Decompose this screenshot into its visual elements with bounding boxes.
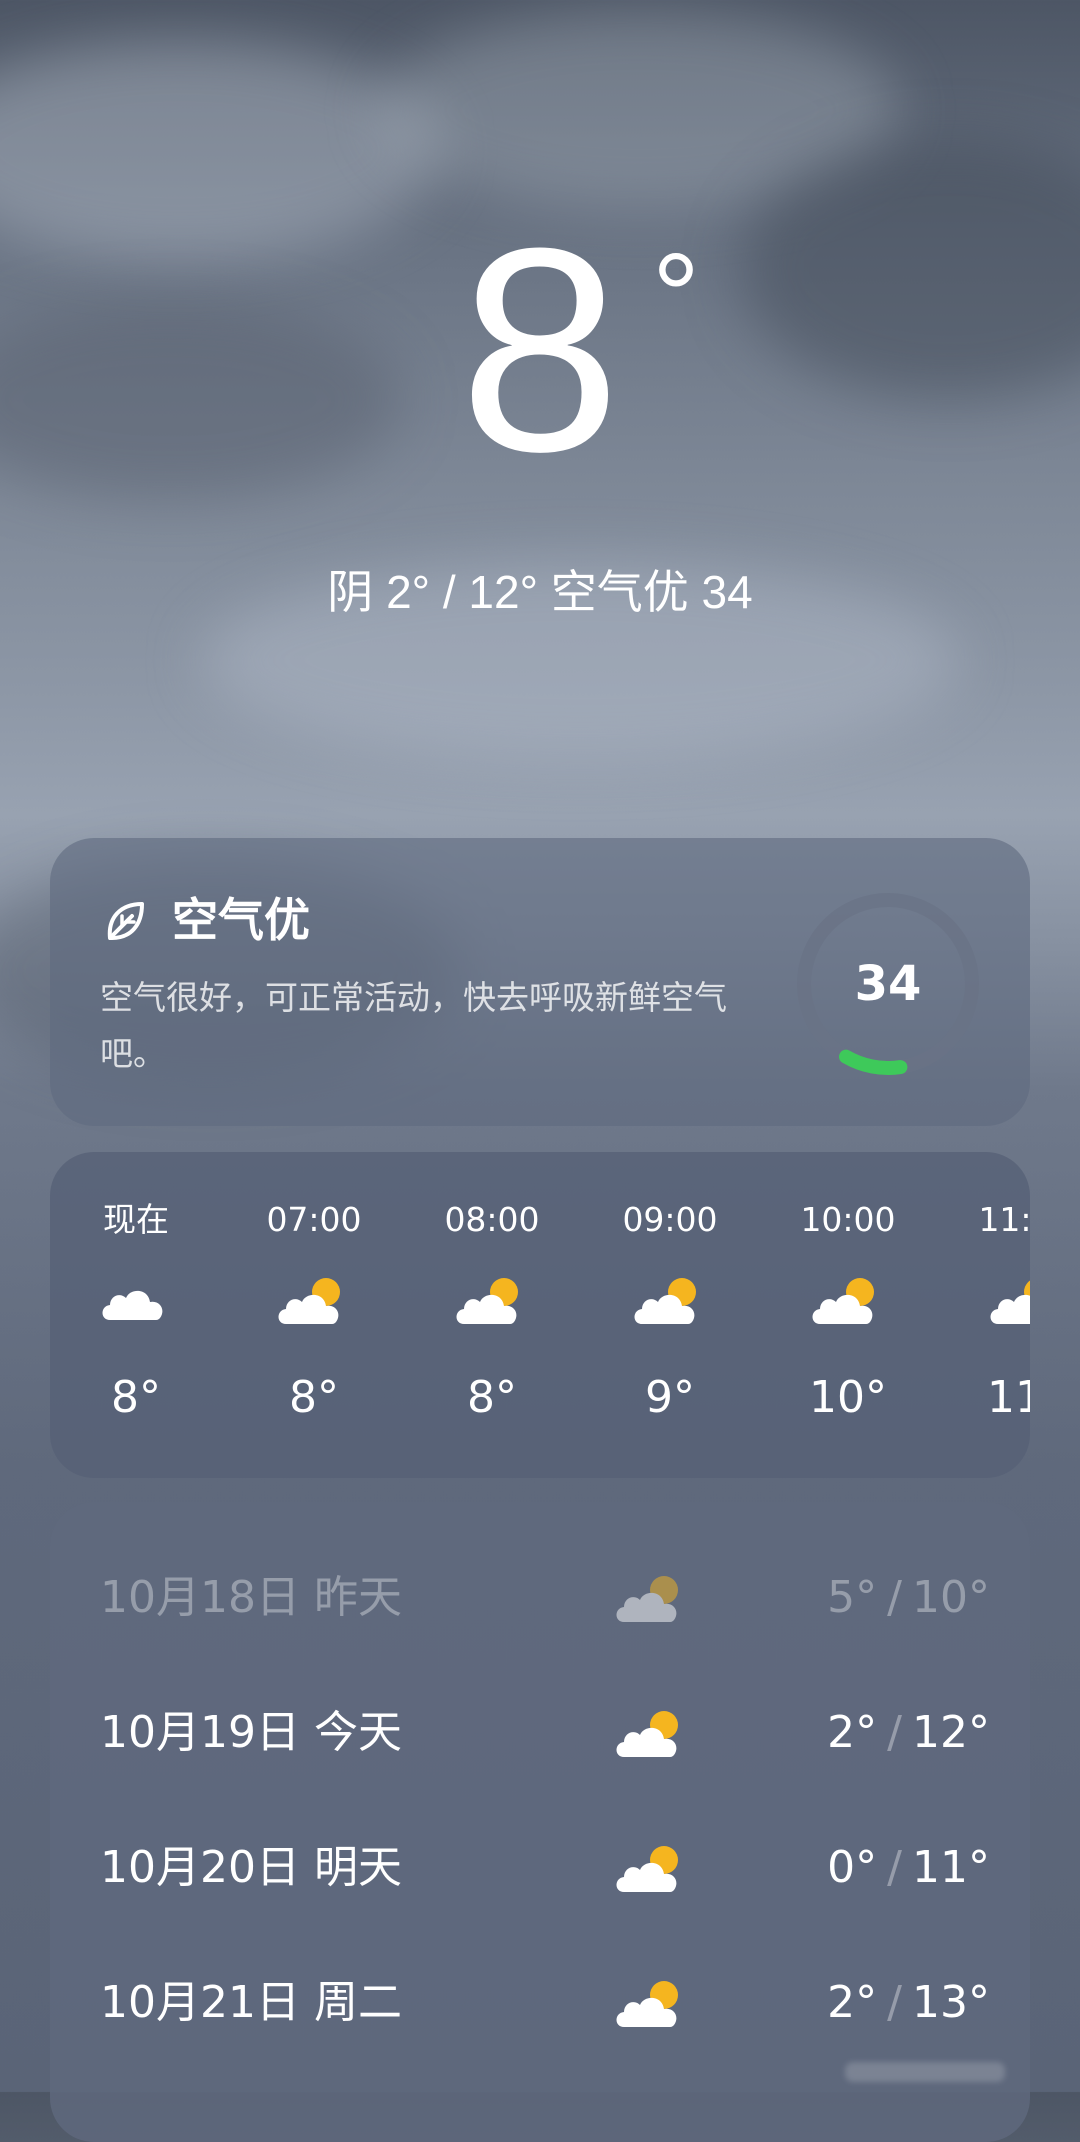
hourly-time: 08:00: [444, 1200, 540, 1239]
cloudy-icon: [96, 1272, 176, 1332]
watermark: [845, 2062, 1005, 2082]
hourly-temp: 8°: [289, 1372, 339, 1423]
daily-low: 2°: [827, 1977, 878, 2028]
daily-high: 12°: [912, 1707, 990, 1758]
range-separator: /: [887, 1572, 902, 1623]
leaf-icon: [107, 902, 144, 940]
air-quality-card[interactable]: 空气优 空气很好，可正常活动，快去呼吸新鲜空气吧。 34: [50, 838, 1030, 1126]
hourly-item[interactable]: 10:00 10°: [759, 1152, 937, 1478]
range-separator: /: [887, 1842, 902, 1893]
daily-temp-range: 5°/10°: [827, 1558, 990, 1638]
range-separator: /: [887, 1977, 902, 2028]
daily-date: 10月20日 明天: [100, 1842, 402, 1893]
daily-forecast-card[interactable]: 10月18日 昨天 5°/10° 10月19日 今天 2°/12° 10月20日 明天 0…: [50, 1502, 1030, 2142]
aqi-value: 34: [854, 956, 922, 1012]
partly-cloudy-icon: [452, 1272, 532, 1332]
hourly-time: 07:00: [266, 1200, 362, 1239]
daily-temp-range: 2°/12°: [827, 1693, 990, 1773]
hourly-time: 10:00: [800, 1200, 896, 1239]
hourly-time: 现在: [103, 1200, 169, 1239]
hourly-temp: 8°: [111, 1372, 161, 1423]
hourly-item[interactable]: 08:00 8°: [403, 1152, 581, 1478]
degree-symbol: °: [652, 229, 700, 363]
daily-row[interactable]: 10月20日 明天 0°/11°: [100, 1828, 990, 1908]
daily-date: 10月21日 周二: [100, 1977, 402, 2028]
daily-temp-range: 0°/11°: [827, 1828, 990, 1908]
temperature-value: 8: [459, 188, 621, 512]
air-quality-description: 空气很好，可正常活动，快去呼吸新鲜空气吧。: [100, 978, 727, 1073]
hourly-item[interactable]: 11:00 11°: [937, 1152, 1030, 1478]
daily-row[interactable]: 10月19日 今天 2°/12°: [100, 1693, 990, 1773]
hourly-temp: 10°: [809, 1372, 887, 1423]
daily-temp-range: 2°/13°: [827, 1963, 990, 2043]
daily-low: 2°: [827, 1707, 878, 1758]
daily-high: 11°: [912, 1842, 990, 1893]
partly-cloudy-icon: [612, 1975, 692, 2031]
hourly-item[interactable]: 现在 8°: [50, 1152, 225, 1478]
hourly-temp: 11°: [987, 1372, 1030, 1423]
daily-date: 10月19日 今天: [100, 1707, 402, 1758]
daily-low: 0°: [827, 1842, 878, 1893]
hourly-item[interactable]: 07:00 8°: [225, 1152, 403, 1478]
daily-high: 10°: [912, 1572, 990, 1623]
weather-summary: 阴 2° / 12° 空气优 34: [327, 566, 753, 618]
partly-cloudy-icon: [612, 1570, 692, 1626]
hourly-temp: 9°: [645, 1372, 695, 1423]
partly-cloudy-icon: [986, 1272, 1030, 1332]
partly-cloudy-icon: [630, 1272, 710, 1332]
hourly-time: 11:00: [978, 1200, 1030, 1239]
hourly-item[interactable]: 09:00 9°: [581, 1152, 759, 1478]
partly-cloudy-icon: [612, 1705, 692, 1761]
partly-cloudy-icon: [612, 1840, 692, 1896]
partly-cloudy-icon: [808, 1272, 888, 1332]
daily-row[interactable]: 10月18日 昨天 5°/10°: [100, 1558, 990, 1638]
range-separator: /: [887, 1707, 902, 1758]
hourly-time: 09:00: [622, 1200, 718, 1239]
hourly-forecast-card[interactable]: 现在8°07:008°08:008°09:009°10:0010°11:0011…: [50, 1152, 1030, 1478]
current-temperature: 8 °: [0, 200, 1080, 500]
partly-cloudy-icon: [274, 1272, 354, 1332]
daily-date: 10月18日 昨天: [100, 1572, 402, 1623]
daily-row[interactable]: 10月21日 周二 2°/13°: [100, 1963, 990, 2043]
hourly-temp: 8°: [467, 1372, 517, 1423]
air-quality-title: 空气优: [172, 893, 310, 947]
daily-low: 5°: [827, 1572, 878, 1623]
daily-high: 13°: [912, 1977, 990, 2028]
